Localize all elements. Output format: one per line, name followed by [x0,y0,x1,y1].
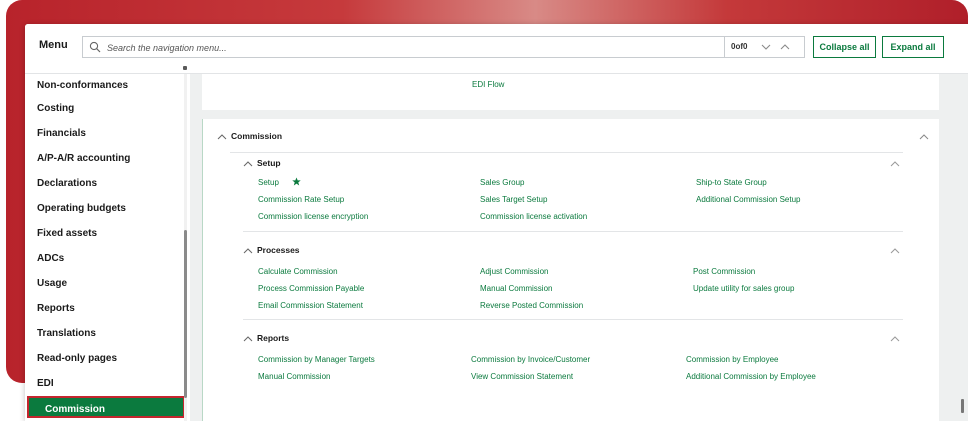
link-commission-rate-setup[interactable]: Commission Rate Setup [258,195,344,204]
chevron-up-icon[interactable] [243,247,253,255]
collapse-all-button[interactable]: Collapse all [813,36,876,58]
link-sales-group[interactable]: Sales Group [480,178,524,187]
search-match-navigator: 0of0 [725,36,805,58]
link-post-commission[interactable]: Post Commission [693,267,755,276]
divider [243,231,903,232]
sidebar-nav: Non-conformances Costing Financials A/P-… [25,74,190,421]
divider [243,319,903,320]
search-input[interactable] [107,40,707,55]
sidebar-item-adcs[interactable]: ADCs [37,253,64,264]
star-icon[interactable] [292,177,301,186]
edi-card: EDI Flow [202,74,939,110]
link-adjust-commission[interactable]: Adjust Commission [480,267,548,276]
link-update-utility-for-sales-group[interactable]: Update utility for sales group [693,284,794,293]
link-process-commission-payable[interactable]: Process Commission Payable [258,284,364,293]
link-manual-commission-report[interactable]: Manual Commission [258,372,330,381]
link-additional-commission-by-employee[interactable]: Additional Commission by Employee [686,372,816,381]
sidebar-item-operating-budgets[interactable]: Operating budgets [37,203,126,214]
main-content: EDI Flow Commission Setup Setup Sales Gr… [190,74,968,421]
commission-card: Commission Setup Setup Sales Group Ship-… [202,119,939,421]
sidebar-item-fixed-assets[interactable]: Fixed assets [37,228,97,239]
sidebar-item-declarations[interactable]: Declarations [37,178,97,189]
scroll-up-arrow-icon[interactable] [183,66,187,70]
search-box[interactable] [82,36,725,58]
top-bar: Menu 0of0 Collapse all Expand all [25,24,968,74]
divider [230,152,903,153]
section-title-processes: Processes [257,245,300,255]
app-window: Menu 0of0 Collapse all Expand all Non-co… [25,24,968,421]
chevron-up-icon[interactable] [217,133,227,141]
chevron-up-icon[interactable] [919,133,929,141]
sidebar-item-edi[interactable]: EDI [37,378,54,389]
link-sales-target-setup[interactable]: Sales Target Setup [480,195,547,204]
chevron-up-icon[interactable] [890,160,900,168]
section-title-commission: Commission [231,131,283,141]
expand-all-button[interactable]: Expand all [882,36,944,58]
link-commission-by-invoice-customer[interactable]: Commission by Invoice/Customer [471,355,590,364]
chevron-up-icon[interactable] [890,247,900,255]
chevron-up-icon[interactable] [243,335,253,343]
link-commission-by-manager-targets[interactable]: Commission by Manager Targets [258,355,375,364]
chevron-up-icon[interactable] [779,41,791,53]
sidebar-item-usage[interactable]: Usage [37,278,67,289]
link-manual-commission[interactable]: Manual Commission [480,284,552,293]
sidebar-item-read-only-pages[interactable]: Read-only pages [37,353,117,364]
link-email-commission-statement[interactable]: Email Commission Statement [258,301,363,310]
sidebar-item-ap-ar-accounting[interactable]: A/P-A/R accounting [37,153,130,164]
section-title-setup: Setup [257,158,281,168]
link-calculate-commission[interactable]: Calculate Commission [258,267,338,276]
sidebar-item-reports[interactable]: Reports [37,303,75,314]
sidebar-scrollbar-thumb[interactable] [184,230,187,398]
sidebar-item-non-conformances[interactable]: Non-conformances [37,80,128,91]
main-scrollbar-thumb[interactable] [961,399,964,413]
link-commission-license-activation[interactable]: Commission license activation [480,212,587,221]
sidebar-item-financials[interactable]: Financials [37,128,86,139]
menu-title: Menu [39,39,68,51]
link-setup[interactable]: Setup [258,178,279,187]
chevron-up-icon[interactable] [890,335,900,343]
chevron-down-icon[interactable] [760,41,772,53]
sidebar-item-costing[interactable]: Costing [37,103,74,114]
search-icon [89,41,101,53]
sidebar-item-commission[interactable]: Commission [27,396,185,418]
link-reverse-posted-commission[interactable]: Reverse Posted Commission [480,301,583,310]
chevron-up-icon[interactable] [243,160,253,168]
link-ship-to-state-group[interactable]: Ship-to State Group [696,178,767,187]
link-view-commission-statement[interactable]: View Commission Statement [471,372,573,381]
link-commission-license-encryption[interactable]: Commission license encryption [258,212,368,221]
link-commission-by-employee[interactable]: Commission by Employee [686,355,778,364]
link-additional-commission-setup[interactable]: Additional Commission Setup [696,195,801,204]
match-count: 0of0 [731,42,748,51]
section-title-reports: Reports [257,333,290,343]
sidebar-item-translations[interactable]: Translations [37,328,96,339]
link-edi-flow[interactable]: EDI Flow [472,80,504,89]
